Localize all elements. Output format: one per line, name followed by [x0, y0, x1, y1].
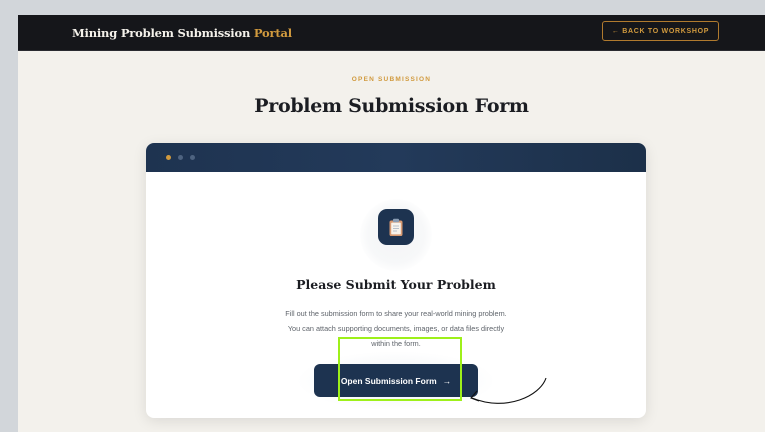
back-to-workshop-button[interactable]: ← BACK TO WORKSHOP [602, 21, 719, 41]
description-line: Fill out the submission form to share yo… [285, 309, 507, 318]
brand-name: Mining Problem Submission [72, 26, 251, 40]
brand-accent: Portal [253, 26, 292, 40]
top-navbar: Mining Problem Submission Portal ← BACK … [18, 15, 765, 51]
brand-logo[interactable]: Mining Problem Submission Portal [72, 26, 292, 40]
clipboard-icon [378, 209, 414, 245]
curved-arrow-icon [470, 377, 547, 404]
page-title: Problem Submission Form [254, 95, 529, 117]
window-dot-icon [166, 155, 171, 160]
section-eyebrow: OPEN SUBMISSION [351, 76, 432, 83]
card-title: Please Submit Your Problem [296, 277, 496, 292]
description-line: You can attach supporting documents, ima… [287, 324, 505, 333]
window-dot-icon [190, 155, 195, 160]
window-dot-icon [178, 155, 183, 160]
card-window-header [146, 143, 646, 172]
highlight-box [338, 337, 462, 401]
